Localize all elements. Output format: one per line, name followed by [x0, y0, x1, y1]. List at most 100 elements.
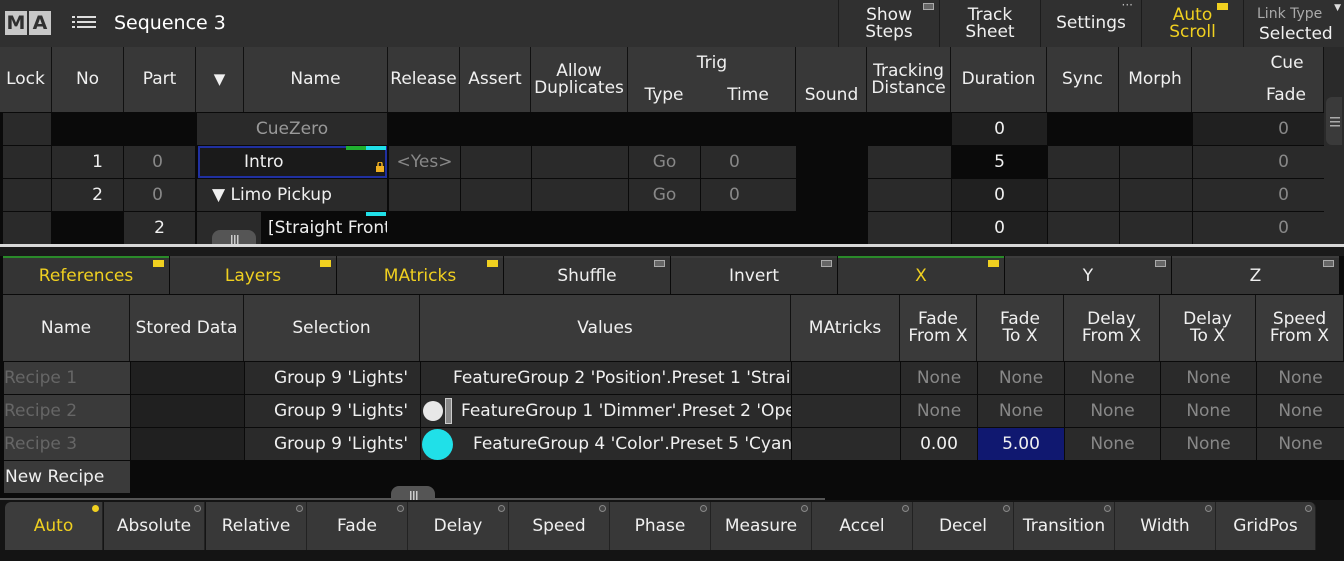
col-fade-from-x[interactable]: Fade From X: [900, 295, 977, 361]
recipe-fade-to[interactable]: None: [978, 362, 1064, 394]
col-recipe-name[interactable]: Name: [3, 295, 130, 361]
recipe-speed-from[interactable]: None: [1257, 362, 1344, 394]
cue-trig-time[interactable]: 0: [701, 179, 796, 211]
cue-part[interactable]: 2: [124, 212, 195, 244]
cue-duration[interactable]: 0: [952, 212, 1047, 244]
width-button[interactable]: Width: [1115, 502, 1216, 550]
table-row[interactable]: CueZero: [197, 113, 387, 145]
sort-arrow-icon[interactable]: ▼: [196, 47, 244, 112]
col-morph[interactable]: Morph: [1119, 47, 1192, 112]
tab-z[interactable]: Z: [1172, 256, 1339, 294]
recipe-values[interactable]: FeatureGroup 4 'Color'.Preset 5 'Cyan': [421, 428, 791, 460]
cue-tracking[interactable]: [868, 146, 951, 178]
cue-lock-cell[interactable]: [3, 146, 51, 178]
col-lock[interactable]: Lock: [0, 47, 52, 112]
recipe-fade-to[interactable]: 5.00: [978, 428, 1064, 460]
recipe-matricks[interactable]: [792, 395, 900, 427]
recipe-delay-to[interactable]: None: [1161, 428, 1256, 460]
cue-duration[interactable]: 0: [952, 113, 1047, 145]
cue-name-selected[interactable]: Intro: [198, 146, 387, 178]
cue-lock-cell[interactable]: [3, 212, 51, 244]
cue-fade[interactable]: 0: [1193, 146, 1324, 178]
cue-trig-type[interactable]: Go: [629, 179, 700, 211]
tab-invert[interactable]: Invert: [671, 256, 837, 294]
col-duration[interactable]: Duration: [951, 47, 1047, 112]
col-values[interactable]: Values: [420, 295, 791, 361]
col-fade-to-x[interactable]: Fade To X: [977, 295, 1064, 361]
cue-lock-cell[interactable]: [3, 179, 51, 211]
col-sound[interactable]: Sound: [796, 47, 867, 112]
tab-layers[interactable]: Layers: [170, 256, 336, 294]
relative-button[interactable]: Relative: [206, 502, 307, 550]
col-stored-data[interactable]: Stored Data: [130, 295, 244, 361]
auto-scroll-button[interactable]: Auto Scroll: [1141, 0, 1243, 47]
recipe-selection[interactable]: Group 9 'Lights': [245, 395, 420, 427]
show-steps-button[interactable]: Show Steps: [838, 0, 939, 47]
recipe-delay-to[interactable]: None: [1161, 395, 1256, 427]
recipe-stored[interactable]: [131, 395, 244, 427]
col-matricks[interactable]: MAtricks: [791, 295, 900, 361]
cue-fade[interactable]: 0: [1193, 212, 1324, 244]
accel-button[interactable]: Accel: [812, 502, 913, 550]
col-trig[interactable]: Trig Type Time: [628, 47, 796, 112]
cue-release[interactable]: <Yes>: [389, 146, 460, 178]
recipe-fade-from[interactable]: None: [901, 362, 977, 394]
cue-morph[interactable]: [1120, 179, 1192, 211]
recipe-values[interactable]: FeatureGroup 2 'Position'.Preset 1 'Stra…: [421, 362, 791, 394]
recipe-fade-from[interactable]: 0.00: [901, 428, 977, 460]
col-no[interactable]: No: [52, 47, 124, 112]
cue-tracking[interactable]: [868, 179, 951, 211]
measure-button[interactable]: Measure: [711, 502, 812, 550]
tab-references[interactable]: References: [3, 256, 169, 294]
recipe-name[interactable]: Recipe 3: [4, 428, 130, 460]
col-delay-from-x[interactable]: Delay From X: [1064, 295, 1160, 361]
recipe-name[interactable]: Recipe 2: [4, 395, 130, 427]
recipe-values[interactable]: FeatureGroup 1 'Dimmer'.Preset 2 'Open': [421, 395, 791, 427]
recipe-speed-from[interactable]: None: [1257, 428, 1344, 460]
cue-lock-cell[interactable]: [3, 113, 51, 145]
recipe-stored[interactable]: [131, 428, 244, 460]
col-assert[interactable]: Assert: [460, 47, 531, 112]
recipe-fade-to[interactable]: None: [978, 395, 1064, 427]
cue-morph[interactable]: [1120, 146, 1192, 178]
recipe-matricks[interactable]: [792, 428, 900, 460]
cue-number[interactable]: 1: [52, 146, 123, 178]
cue-trig-time[interactable]: 0: [701, 146, 796, 178]
cue-part-name[interactable]: [Straight Front: [262, 212, 387, 244]
cue-sync[interactable]: [1048, 212, 1119, 244]
cue-tracking[interactable]: [868, 212, 951, 244]
cue-release[interactable]: [389, 179, 460, 211]
cue-sync[interactable]: [1048, 146, 1119, 178]
cue-part[interactable]: 0: [124, 146, 195, 178]
delay-button[interactable]: Delay: [408, 502, 509, 550]
col-allow-duplicates[interactable]: Allow Duplicates: [531, 47, 628, 112]
recipe-delay-from[interactable]: None: [1065, 428, 1160, 460]
recipe-delay-to[interactable]: None: [1161, 362, 1256, 394]
col-cue-fade[interactable]: Cue Fade: [1192, 47, 1324, 112]
settings-button[interactable]: Settings ···: [1040, 0, 1141, 47]
tab-x[interactable]: X: [838, 256, 1004, 294]
auto-button[interactable]: Auto: [5, 502, 103, 550]
new-recipe-button[interactable]: New Recipe: [4, 461, 130, 493]
cue-allow[interactable]: [532, 146, 628, 178]
recipe-selection[interactable]: Group 9 'Lights': [245, 428, 420, 460]
link-type-button[interactable]: Link Type Selected ▼: [1243, 0, 1344, 47]
cue-name-group[interactable]: ▼ Limo Pickup: [197, 179, 387, 211]
col-selection[interactable]: Selection: [244, 295, 420, 361]
transition-button[interactable]: Transition: [1014, 502, 1115, 550]
absolute-button[interactable]: Absolute: [104, 502, 205, 550]
cue-fade[interactable]: 0: [1193, 179, 1324, 211]
recipe-delay-from[interactable]: None: [1065, 362, 1160, 394]
recipe-stored[interactable]: [131, 362, 244, 394]
fade-button[interactable]: Fade: [307, 502, 408, 550]
cue-allow[interactable]: [532, 179, 628, 211]
recipe-matricks[interactable]: [792, 362, 900, 394]
track-sheet-button[interactable]: Track Sheet: [939, 0, 1040, 47]
speed-button[interactable]: Speed: [509, 502, 610, 550]
cue-assert[interactable]: [461, 179, 531, 211]
cue-morph[interactable]: [1120, 212, 1192, 244]
tab-matricks[interactable]: MAtricks: [337, 256, 503, 294]
col-tracking-distance[interactable]: Tracking Distance: [867, 47, 951, 112]
cue-fade[interactable]: 0: [1193, 113, 1324, 145]
splitter-handle-top[interactable]: [212, 230, 256, 244]
